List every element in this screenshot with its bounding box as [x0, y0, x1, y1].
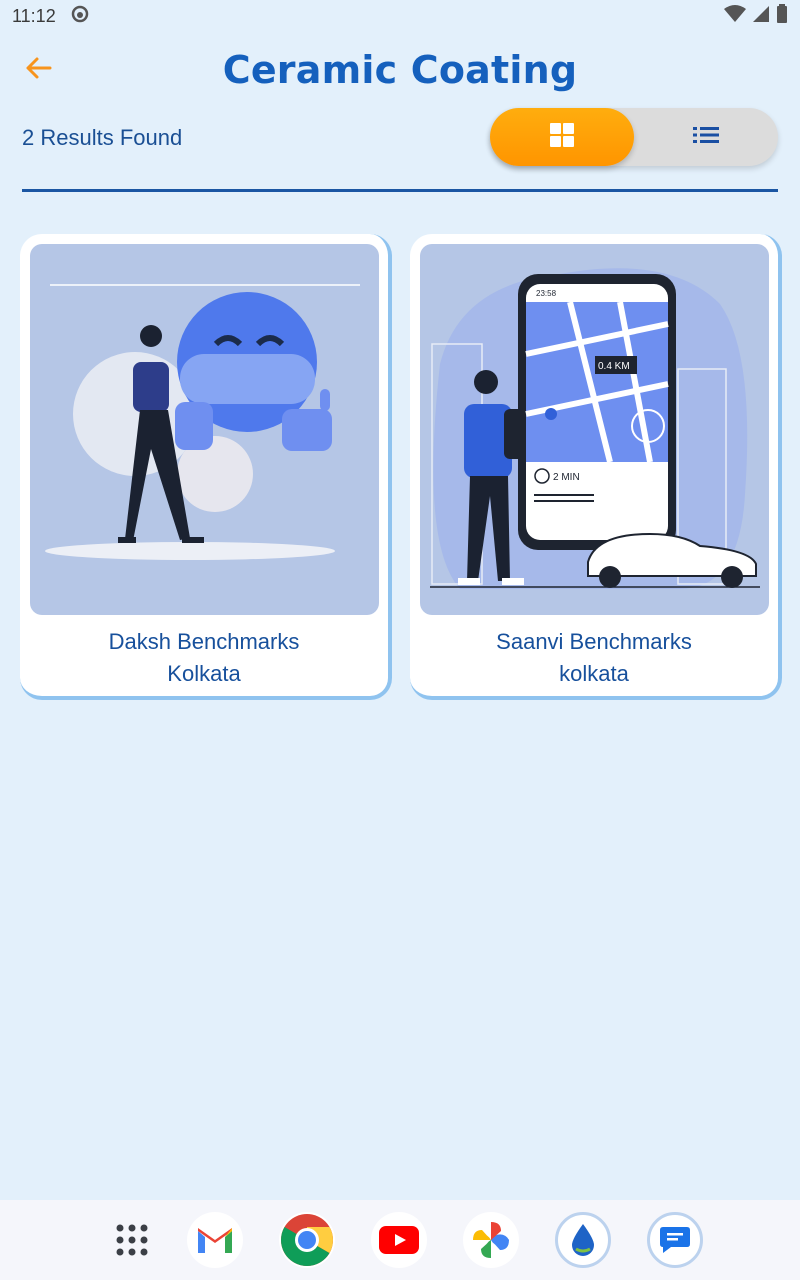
results-count: 2 Results Found: [22, 125, 183, 150]
list-view-button[interactable]: [634, 108, 778, 166]
list-icon: [693, 125, 719, 150]
cell-signal-icon: [752, 5, 770, 28]
header-divider: [22, 189, 778, 192]
notification-icon: [70, 4, 90, 29]
phone-eta-text: 2 MIN: [553, 472, 580, 483]
chrome-icon[interactable]: [279, 1212, 335, 1268]
apps-grid-icon[interactable]: [104, 1212, 160, 1268]
phone-time-text: 23:58: [536, 289, 557, 298]
card-city: Kolkata: [167, 661, 241, 686]
card-city: kolkata: [559, 661, 629, 686]
taskbar: [0, 1200, 800, 1280]
card-name: Saanvi Benchmarks: [496, 629, 692, 654]
photos-icon[interactable]: [463, 1212, 519, 1268]
youtube-icon[interactable]: [371, 1212, 427, 1268]
phone-distance-text: 0.4 KM: [598, 361, 630, 372]
battery-icon: [776, 3, 788, 29]
messages-icon[interactable]: [647, 1212, 703, 1268]
wifi-icon: [724, 4, 746, 28]
provider-card-daksh[interactable]: Daksh Benchmarks Kolkata: [20, 234, 392, 700]
view-toggle: [490, 108, 778, 166]
provider-card-saanvi[interactable]: 23:58 0.4 KM 2 MIN Saanvi Benchmarks kol…: [410, 234, 782, 700]
app-header: Ceramic Coating: [0, 40, 800, 100]
ride-app-map-illustration: 23:58 0.4 KM 2 MIN: [420, 244, 769, 615]
card-name: Daksh Benchmarks: [108, 629, 300, 654]
results-row: 2 Results Found: [22, 108, 778, 168]
water-drop-app-icon[interactable]: [555, 1212, 611, 1268]
grid-view-button[interactable]: [490, 108, 634, 166]
grid-icon: [549, 122, 575, 153]
page-title: Ceramic Coating: [222, 48, 578, 92]
masked-man-illustration: [30, 244, 379, 615]
status-bar: 11:12: [0, 0, 800, 32]
gmail-icon[interactable]: [187, 1212, 243, 1268]
status-time: 11:12: [12, 5, 56, 26]
